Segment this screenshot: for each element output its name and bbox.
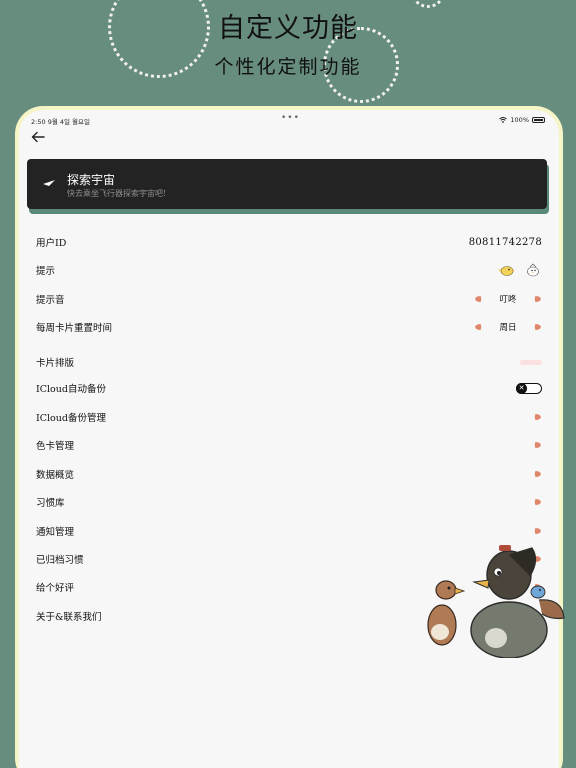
chevron-right-icon (534, 499, 541, 505)
banner-subtitle: 快去乘坐飞行器探索宇宙吧! (67, 189, 167, 198)
habit-library-row[interactable]: 习惯库 (36, 492, 542, 512)
hint-row[interactable]: 提示 (36, 260, 542, 280)
multitasking-dots-icon[interactable]: ••• (281, 113, 300, 123)
color-card-row[interactable]: 色卡管理 (36, 435, 542, 455)
user-id-label: 用户ID (36, 238, 67, 249)
wifi-icon (499, 117, 508, 123)
weekly-reset-label: 每周卡片重置时间 (36, 323, 113, 334)
app-screen: 2:50 9월 4일 월요일 ••• 100% 探索宇宙 快去乘坐飞行器探索宇宙… (19, 110, 559, 768)
habit-library-label: 习惯库 (36, 498, 65, 509)
hint-sound-row: 提示音 叮咚 (36, 289, 542, 309)
battery-icon (532, 117, 545, 123)
icloud-manage-label: ICloud备份管理 (36, 413, 106, 424)
promo-subtitle: 个性化定制功能 (214, 56, 362, 78)
chevron-right-icon[interactable] (534, 295, 542, 303)
chevron-right-icon (534, 471, 541, 477)
archived-label: 已归档习惯 (36, 555, 84, 566)
mascot-ducks-illustration (427, 545, 565, 658)
notification-label: 通知管理 (36, 527, 75, 538)
hint-sound-value: 叮咚 (499, 295, 517, 305)
status-right: 100% (499, 116, 545, 124)
icloud-backup-label: ICloud自动备份 (36, 384, 106, 395)
chevron-right-icon[interactable] (534, 323, 542, 331)
weekly-reset-value: 周日 (499, 323, 517, 333)
about-label: 关于&联系我们 (36, 612, 102, 623)
back-arrow-icon[interactable] (31, 131, 45, 143)
icloud-backup-toggle[interactable]: ✕ (516, 382, 542, 394)
card-layout-label: 卡片排版 (36, 358, 75, 369)
hint-label: 提示 (36, 266, 56, 277)
icloud-backup-row: ICloud自动备份 ✕ (36, 378, 542, 398)
weekly-reset-row: 每周卡片重置时间 周日 (36, 317, 542, 337)
icloud-manage-row[interactable]: ICloud备份管理 (36, 407, 542, 427)
chevron-right-icon (534, 442, 541, 448)
paper-plane-icon (43, 180, 55, 186)
status-bar: 2:50 9월 4일 월요일 ••• 100% (19, 113, 559, 127)
promo-title: 自定义功能 (218, 13, 358, 44)
status-date-text: 9월 4일 월요일 (47, 118, 90, 126)
hint-sound-label: 提示音 (36, 295, 65, 306)
tablet-frame: 2:50 9월 4일 월요일 ••• 100% 探索宇宙 快去乘坐飞行器探索宇宙… (15, 106, 563, 768)
chevron-left-icon[interactable] (474, 323, 482, 331)
user-id-value: 80811742278 (468, 236, 542, 248)
status-time: 2:50 9월 4일 월요일 (31, 116, 90, 126)
chevron-right-icon (534, 414, 541, 420)
color-card-label: 色卡管理 (36, 441, 75, 452)
battery-percent: 100% (510, 116, 529, 124)
data-overview-row[interactable]: 数据概览 (36, 464, 542, 484)
user-id-row: 用户ID 80811742278 (36, 232, 542, 252)
card-layout-row[interactable]: 卡片排版 (36, 352, 542, 372)
yellow-bird-icon[interactable] (498, 263, 516, 277)
toggle-off-icon: ✕ (516, 382, 527, 394)
grey-bird-icon[interactable] (524, 263, 542, 277)
banner-title: 探索宇宙 (67, 173, 116, 187)
data-overview-label: 数据概览 (36, 470, 75, 481)
chevron-left-icon[interactable] (474, 295, 482, 303)
explore-universe-banner[interactable]: 探索宇宙 快去乘坐飞行器探索宇宙吧! (27, 159, 547, 209)
card-layout-indicator[interactable] (520, 359, 542, 365)
status-time-text: 2:50 (31, 118, 46, 126)
review-label: 给个好评 (36, 583, 75, 594)
